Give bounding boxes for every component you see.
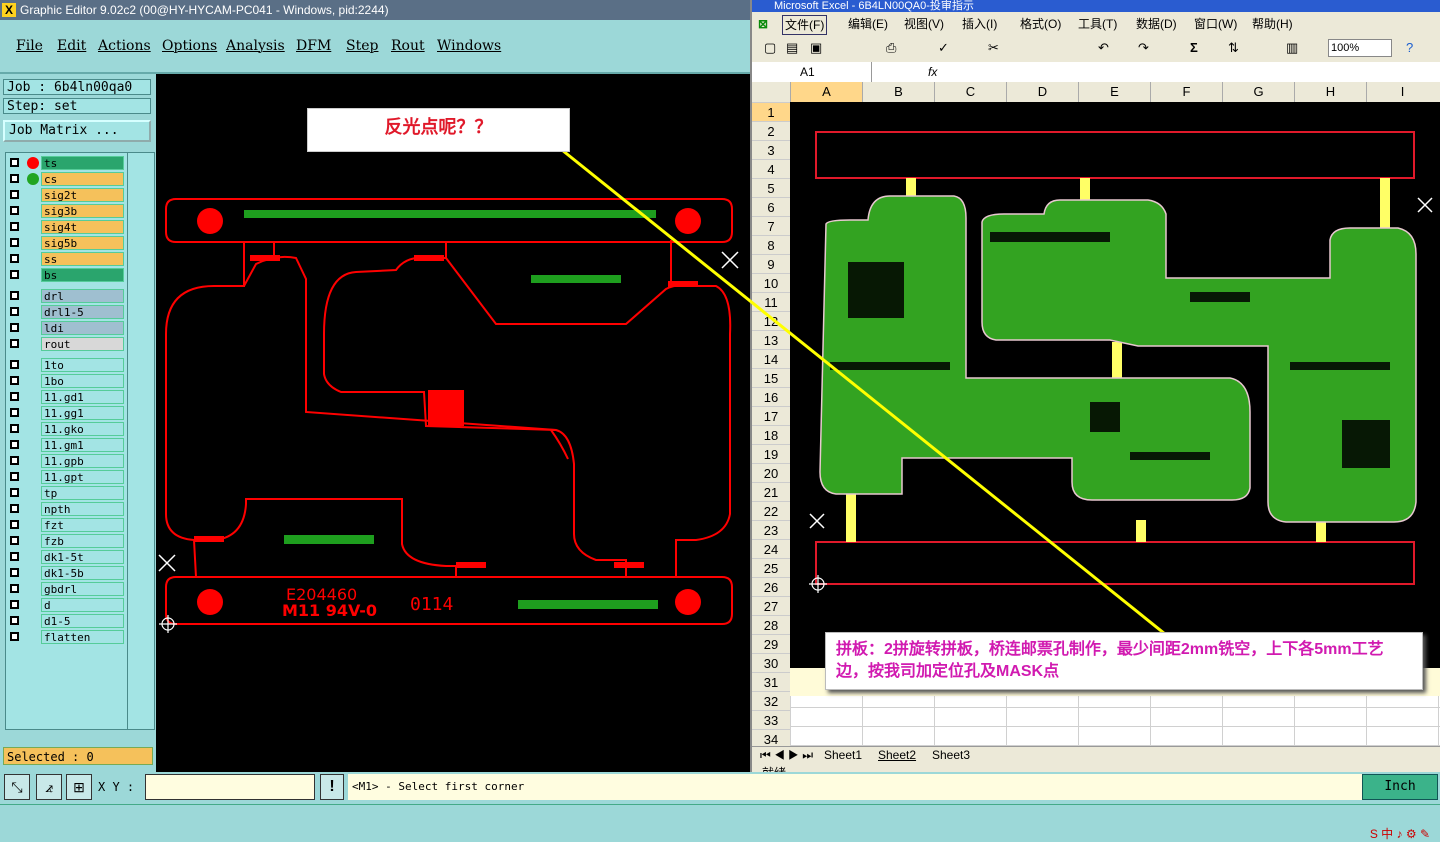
annotation-arrow bbox=[561, 148, 1188, 654]
annotation-fiducial-question: 反光点呢？？ bbox=[307, 108, 570, 152]
annotation-panel-instruction: 拼板：2拼旋转拼板，桥连邮票孔制作，最少间距2mm铣空，上下各5mm工艺边，按我… bbox=[825, 632, 1423, 690]
